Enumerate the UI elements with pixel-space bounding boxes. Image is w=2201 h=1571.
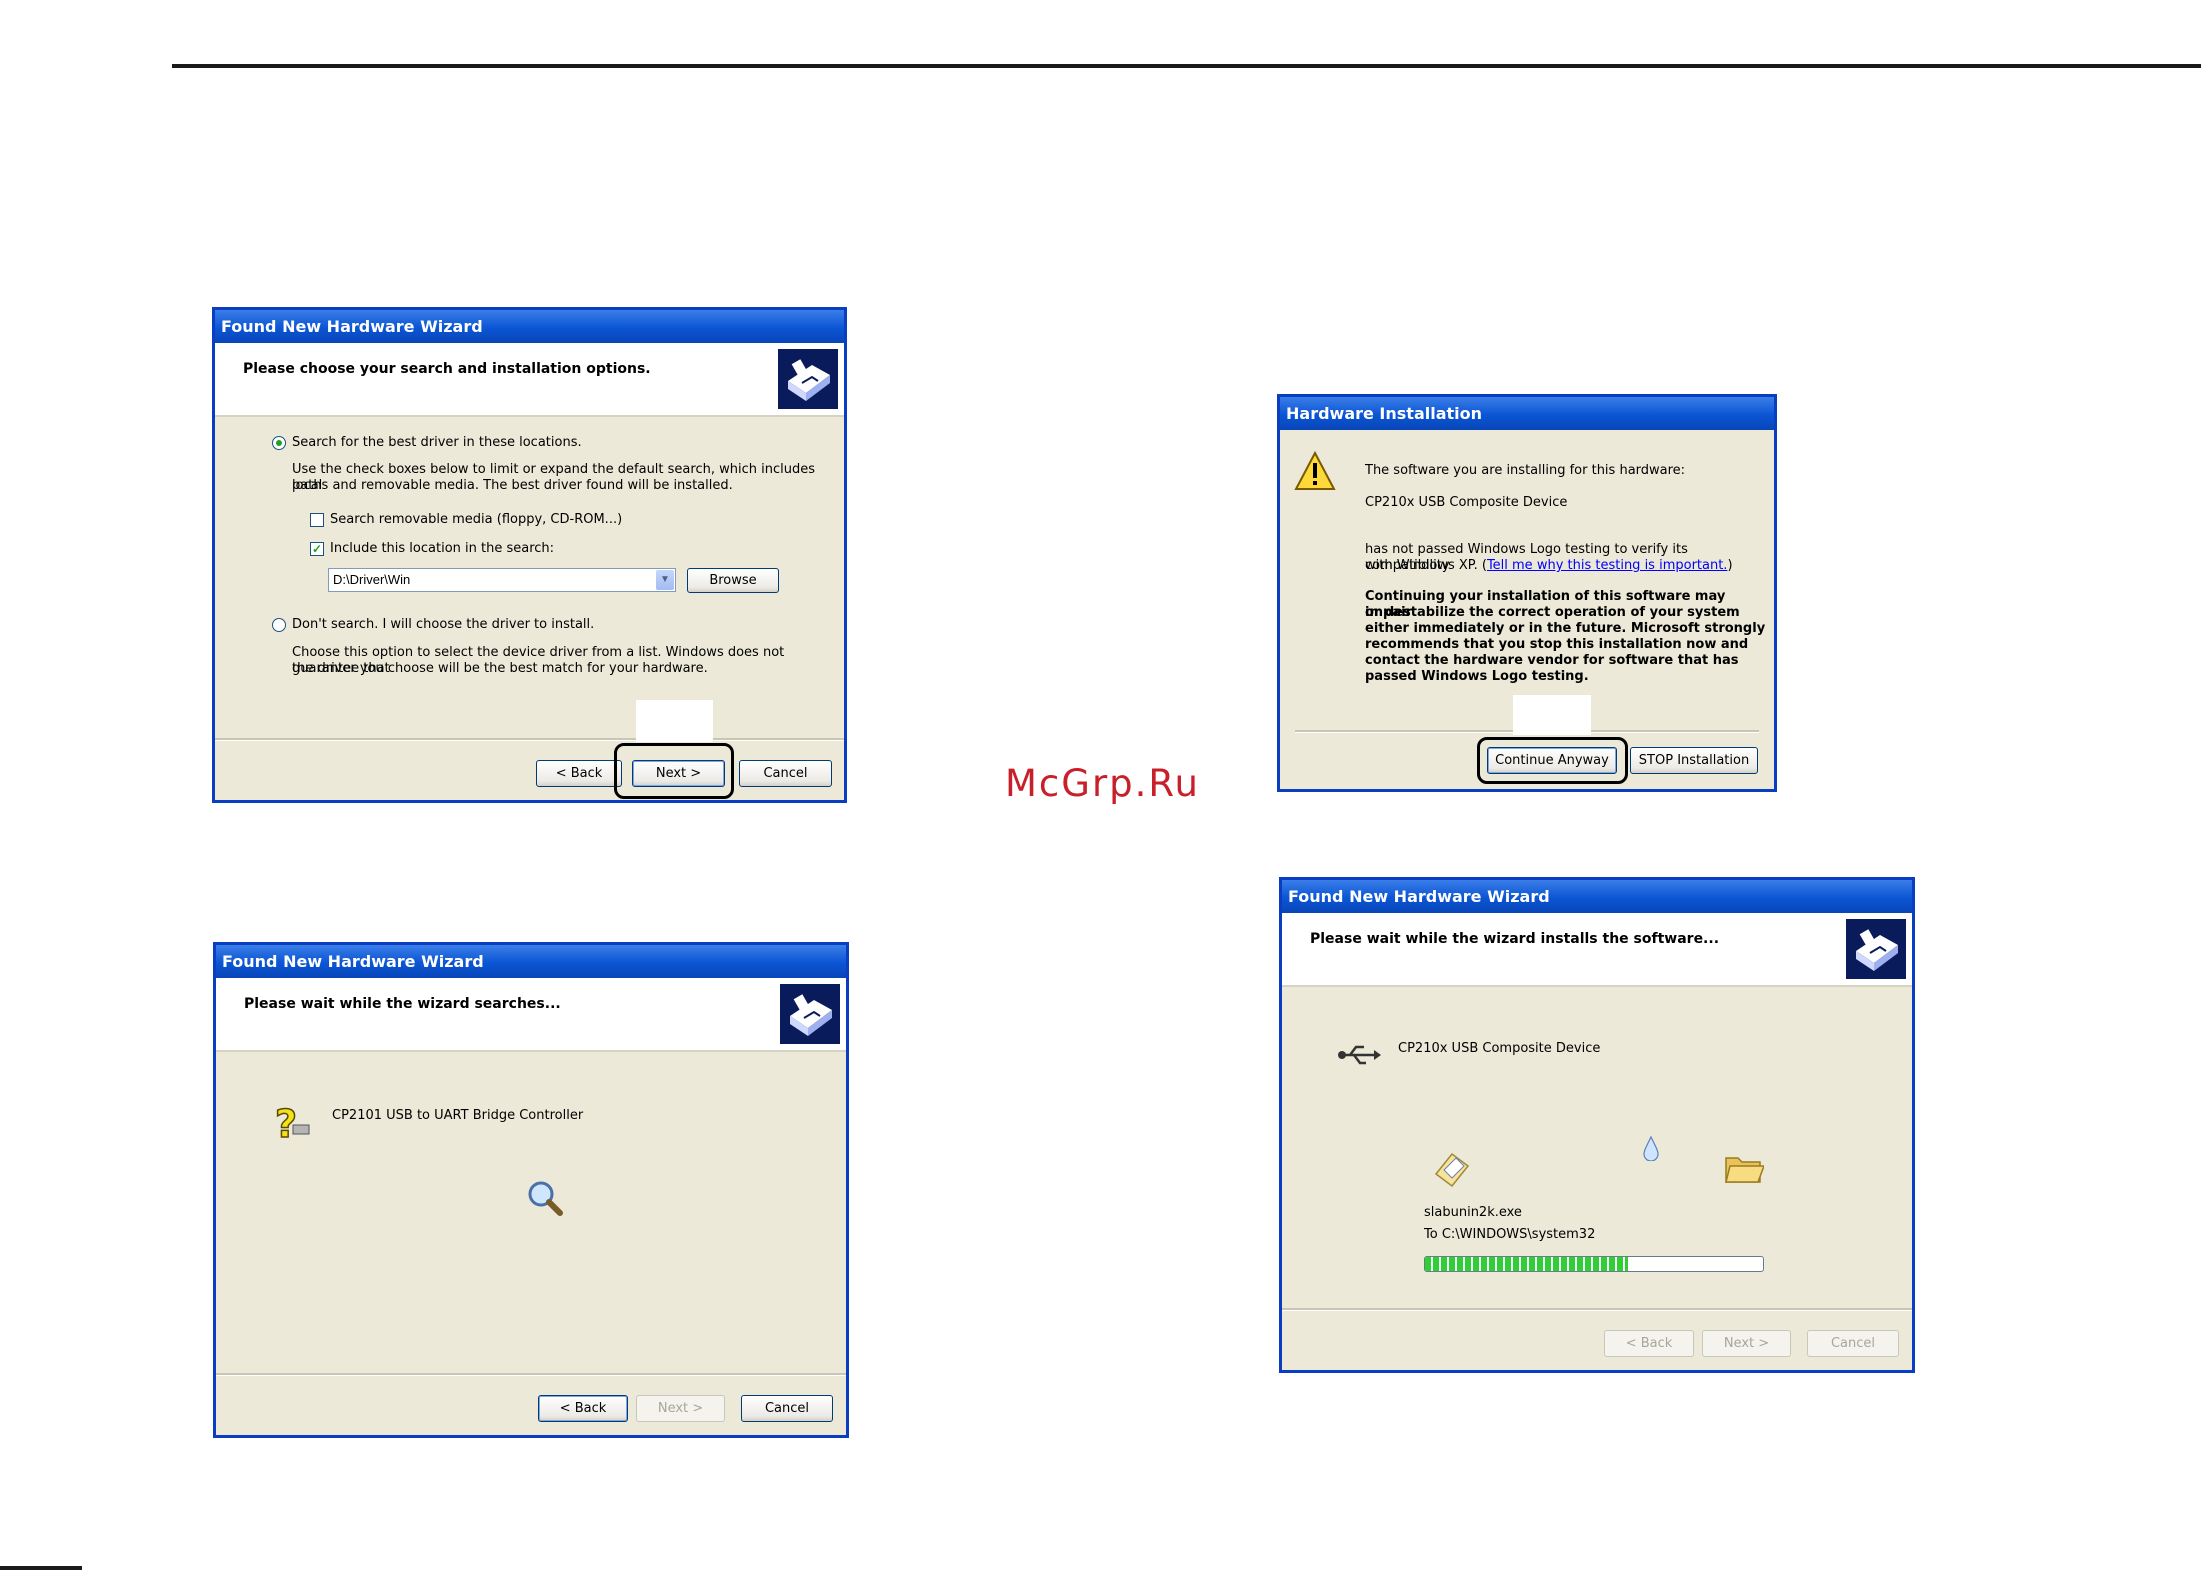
- footer-separator: [216, 1373, 846, 1376]
- include-location-label[interactable]: Include this location in the search:: [330, 541, 554, 557]
- footer-separator: [1282, 1308, 1912, 1311]
- dialog-search-options: Found New Hardware Wizard Please choose …: [212, 307, 847, 803]
- search-magnifier-icon: [528, 1181, 563, 1216]
- step-label-blank: [636, 700, 713, 742]
- dialog-title: Found New Hardware Wizard: [216, 945, 846, 978]
- warning-line5: contact the hardware vendor for software…: [1365, 653, 1739, 668]
- warning-line4: recommends that you stop this installati…: [1365, 637, 1749, 652]
- back-button[interactable]: < Back: [1604, 1330, 1694, 1357]
- folder-icon: [1725, 1157, 1764, 1183]
- dialog-title: Found New Hardware Wizard: [215, 310, 844, 343]
- device-name: CP210x USB Composite Device: [1398, 1041, 1601, 1056]
- next-button[interactable]: Next >: [636, 1395, 725, 1422]
- wizard-hardware-icon: [780, 984, 840, 1044]
- browse-button[interactable]: Browse: [687, 568, 779, 593]
- wizard-hardware-icon: [1846, 919, 1906, 979]
- device-name: CP2101 USB to UART Bridge Controller: [332, 1108, 584, 1123]
- back-button[interactable]: < Back: [538, 1395, 628, 1422]
- cancel-button[interactable]: Cancel: [739, 760, 832, 787]
- message-line2b-prefix: with Windows XP. (: [1365, 558, 1487, 573]
- location-value: D:\Driver\Win: [333, 572, 411, 587]
- dialog-header: Please wait while the wizard searches...: [216, 978, 846, 1052]
- bottom-rule: [0, 1566, 82, 1570]
- removable-media-label[interactable]: Search removable media (floppy, CD-ROM..…: [330, 512, 622, 528]
- header-text: Please wait while the wizard searches...: [244, 996, 561, 1012]
- dialog-title: Hardware Installation: [1280, 397, 1774, 430]
- wizard-hardware-icon: [778, 349, 838, 409]
- install-progress-fill: [1425, 1257, 1628, 1271]
- chevron-down-icon[interactable]: ▼: [656, 570, 674, 590]
- logo-testing-link[interactable]: Tell me why this testing is important.: [1487, 558, 1728, 573]
- message-line1: The software you are installing for this…: [1365, 463, 1686, 478]
- footer-separator: [215, 738, 844, 741]
- dont-search-label[interactable]: Don't search. I will choose the driver t…: [292, 617, 594, 633]
- warning-icon: [1294, 451, 1336, 490]
- header-text: Please choose your search and installati…: [243, 361, 651, 377]
- install-progress-bar: [1424, 1256, 1764, 1272]
- dont-search-description-line2: the driver you choose will be the best m…: [292, 661, 708, 676]
- message-line2b: with Windows XP. (Tell me why this testi…: [1365, 558, 1733, 574]
- file-destination: To C:\WINDOWS\system32: [1424, 1227, 1596, 1242]
- include-location-checkbox[interactable]: ✓: [310, 542, 324, 556]
- stop-installation-button[interactable]: STOP Installation: [1630, 747, 1758, 774]
- svg-text:?: ?: [275, 1102, 297, 1145]
- dialog-header: Please choose your search and installati…: [215, 343, 844, 417]
- message-line2b-suffix: ): [1727, 558, 1733, 573]
- warning-line6: passed Windows Logo testing.: [1365, 669, 1589, 684]
- search-description-line2: paths and removable media. The best driv…: [292, 478, 733, 493]
- water-drop-icon: [1643, 1135, 1659, 1161]
- usb-icon: [1338, 1045, 1381, 1065]
- top-rule: [172, 64, 2201, 68]
- dont-search-radio[interactable]: [272, 618, 286, 632]
- step-label-blank: [1513, 695, 1591, 735]
- document-icon: [1434, 1152, 1470, 1188]
- dialog-title: Found New Hardware Wizard: [1282, 880, 1912, 913]
- device-name: CP210x USB Composite Device: [1365, 495, 1568, 510]
- warning-line3: either immediately or in the future. Mic…: [1365, 621, 1766, 636]
- search-best-driver-radio[interactable]: [272, 436, 286, 450]
- cancel-button[interactable]: Cancel: [741, 1395, 833, 1422]
- question-mark-icon: ?: [274, 1101, 310, 1145]
- dialog-header: Please wait while the wizard installs th…: [1282, 913, 1912, 987]
- continue-anyway-highlight: [1477, 737, 1628, 784]
- next-button-highlight: [614, 743, 734, 799]
- dialog-installing: Found New Hardware Wizard Please wait wh…: [1279, 877, 1915, 1373]
- file-name: slabunin2k.exe: [1424, 1205, 1522, 1220]
- dialog-searching: Found New Hardware Wizard Please wait wh…: [213, 942, 849, 1438]
- watermark: McGrp.Ru: [1005, 762, 1200, 805]
- removable-media-checkbox[interactable]: [310, 513, 324, 527]
- back-button[interactable]: < Back: [536, 760, 622, 787]
- search-best-driver-label[interactable]: Search for the best driver in these loca…: [292, 435, 582, 451]
- header-text: Please wait while the wizard installs th…: [1310, 931, 1720, 947]
- location-combobox[interactable]: D:\Driver\Win ▼: [328, 568, 676, 592]
- warning-line2: or destabilize the correct operation of …: [1365, 605, 1740, 620]
- cancel-button[interactable]: Cancel: [1807, 1330, 1899, 1357]
- next-button[interactable]: Next >: [1702, 1330, 1791, 1357]
